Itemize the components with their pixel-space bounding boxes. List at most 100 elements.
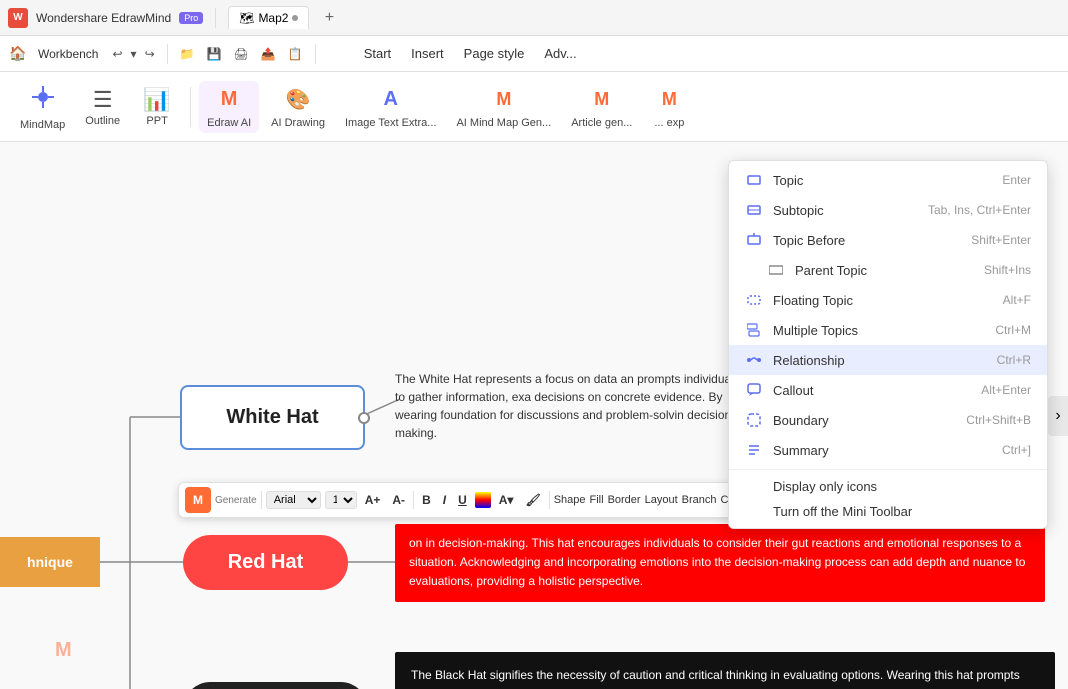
boundary-shortcut: Ctrl+Shift+B — [966, 413, 1031, 427]
red-hat-node[interactable]: Red Hat — [183, 535, 348, 590]
menu-item-display-icons[interactable]: Display only icons — [729, 474, 1047, 499]
undo-redo-group: ↩ ▾ ↪ — [108, 44, 158, 64]
menu-item-floating-topic[interactable]: Floating Topic Alt+F — [729, 285, 1047, 315]
menu-item-parent-topic[interactable]: Parent Topic Shift+Ins — [729, 255, 1047, 285]
save-button[interactable]: 💾 — [203, 44, 226, 64]
highlight-button[interactable]: A▾ — [495, 491, 518, 509]
image-text-icon: A — [376, 85, 406, 115]
undo-button[interactable]: ↩ — [108, 44, 126, 64]
ai-drawing-label: AI Drawing — [271, 117, 325, 129]
floating-topic-shortcut: Alt+F — [1003, 293, 1031, 307]
callout-label: Callout — [773, 383, 981, 398]
tab-start[interactable]: Start — [364, 44, 391, 63]
mindmap-tool[interactable]: MindMap — [12, 79, 73, 135]
subtopic-shortcut: Tab, Ins, Ctrl+Enter — [928, 203, 1031, 217]
parent-topic-icon — [767, 261, 785, 279]
main-toolbar: MindMap ☰ Outline 📊 PPT M Edraw AI 🎨 AI … — [0, 72, 1068, 142]
menu-item-topic[interactable]: Topic Enter — [729, 165, 1047, 195]
outline-label: Outline — [85, 115, 120, 127]
topic-icon — [745, 171, 763, 189]
mini-ai-icon[interactable]: M — [185, 487, 211, 513]
red-hat-label: Red Hat — [228, 551, 304, 574]
more-tools-tool[interactable]: M ... exp — [644, 81, 694, 133]
font-select[interactable]: Arial — [266, 491, 321, 509]
summary-icon — [745, 441, 763, 459]
font-increase-button[interactable]: A+ — [361, 491, 385, 509]
font-decrease-button[interactable]: A- — [388, 491, 409, 509]
parent-topic-label: Parent Topic — [795, 263, 984, 278]
fill-label[interactable]: Fill — [590, 494, 604, 506]
app-logo: W — [8, 8, 28, 28]
workbench-icon: 🏠 — [8, 44, 28, 64]
white-hat-info-box: The White Hat represents a focus on data… — [395, 370, 740, 442]
layout-label[interactable]: Layout — [645, 494, 678, 506]
text-color-picker[interactable] — [475, 492, 491, 508]
topic-before-label: Topic Before — [773, 233, 971, 248]
white-hat-label: White Hat — [226, 406, 318, 429]
branch-label[interactable]: Branch — [682, 494, 717, 506]
white-hat-node[interactable]: White Hat — [180, 385, 365, 450]
black-hat-info-box: The Black Hat signifies the necessity of… — [395, 652, 1055, 689]
redo-button[interactable]: ↪ — [141, 44, 159, 64]
ppt-tool[interactable]: 📊 PPT — [132, 83, 182, 131]
export-button[interactable]: 📤 — [257, 44, 280, 64]
right-panel-toggle[interactable]: › — [1048, 396, 1068, 436]
red-hat-info-box: on in decision-making. This hat encourag… — [395, 524, 1045, 602]
menu-item-callout[interactable]: Callout Alt+Enter — [729, 375, 1047, 405]
border-label[interactable]: Border — [608, 494, 641, 506]
app-name: Wondershare EdrawMind — [36, 11, 171, 25]
print-button[interactable]: 🖨 — [230, 44, 253, 64]
white-hat-connector — [358, 412, 370, 424]
add-tab-button[interactable]: + — [317, 6, 341, 30]
paint-button[interactable]: 🖌 — [521, 491, 544, 509]
mindmap-label: MindMap — [20, 119, 65, 131]
shape-label[interactable]: Shape — [554, 494, 586, 506]
left-node-label: hnique — [27, 554, 73, 570]
article-gen-tool[interactable]: M Article gen... — [563, 81, 640, 133]
menu-item-relationship[interactable]: Relationship Ctrl+R — [729, 345, 1047, 375]
main-area: hnique White Hat Red Hat Black Hat The W… — [0, 142, 1068, 689]
underline-button[interactable]: U — [454, 491, 471, 509]
image-text-tool[interactable]: A Image Text Extra... — [337, 81, 445, 133]
floating-topic-icon — [745, 291, 763, 309]
menu-item-subtopic[interactable]: Subtopic Tab, Ins, Ctrl+Enter — [729, 195, 1047, 225]
left-node: hnique — [0, 537, 100, 587]
outline-tool[interactable]: ☰ Outline — [77, 83, 128, 131]
edraw-ai-tool[interactable]: M Edraw AI — [199, 81, 259, 133]
menu-item-boundary[interactable]: Boundary Ctrl+Shift+B — [729, 405, 1047, 435]
ai-mindmap-tool[interactable]: M AI Mind Map Gen... — [448, 81, 559, 133]
mini-toolbar-sep-1 — [261, 491, 262, 509]
menu-bar: 🏠 Workbench ↩ ▾ ↪ 📁 💾 🖨 📤 📋 Start Insert… — [0, 36, 1068, 72]
tab-page-style[interactable]: Page style — [464, 44, 525, 63]
watermark: M — [55, 639, 85, 669]
insert-dropdown-menu: Topic Enter Subtopic Tab, Ins, Ctrl+Ente… — [728, 160, 1048, 529]
font-size-select[interactable]: 14 — [325, 491, 357, 509]
italic-button[interactable]: I — [439, 491, 450, 509]
tab-insert[interactable]: Insert — [411, 44, 444, 63]
workbench-button[interactable]: Workbench — [32, 44, 104, 64]
black-hat-node[interactable]: Black Hat — [183, 682, 368, 689]
image-text-label: Image Text Extra... — [345, 117, 437, 129]
undo-dropdown[interactable]: ▾ — [127, 44, 141, 64]
menu-item-summary[interactable]: Summary Ctrl+] — [729, 435, 1047, 465]
topic-shortcut: Enter — [1002, 173, 1031, 187]
menu-item-topic-before[interactable]: Topic Before Shift+Enter — [729, 225, 1047, 255]
menu-item-multiple-topics[interactable]: Multiple Topics Ctrl+M — [729, 315, 1047, 345]
more-export-button[interactable]: 📋 — [284, 44, 307, 64]
bold-button[interactable]: B — [418, 491, 435, 509]
title-bar: W Wondershare EdrawMind Pro 🗺 Map2 + — [0, 0, 1068, 36]
tab-map2[interactable]: 🗺 Map2 — [228, 6, 309, 29]
toolbar-separator-2 — [315, 44, 316, 64]
ai-drawing-tool[interactable]: 🎨 AI Drawing — [263, 81, 333, 133]
callout-icon — [745, 381, 763, 399]
white-hat-info-text: The White Hat represents a focus on data… — [395, 372, 740, 440]
tab-adv[interactable]: Adv... — [544, 44, 576, 63]
pro-badge: Pro — [179, 12, 203, 24]
red-hat-info-text: on in decision-making. This hat encourag… — [409, 536, 1025, 588]
canvas-area[interactable]: hnique White Hat Red Hat Black Hat The W… — [0, 142, 1068, 689]
relationship-label: Relationship — [773, 353, 997, 368]
file-button[interactable]: 📁 — [176, 44, 199, 64]
relationship-icon — [745, 351, 763, 369]
edraw-ai-icon: M — [214, 85, 244, 115]
menu-item-turn-off-toolbar[interactable]: Turn off the Mini Toolbar — [729, 499, 1047, 524]
